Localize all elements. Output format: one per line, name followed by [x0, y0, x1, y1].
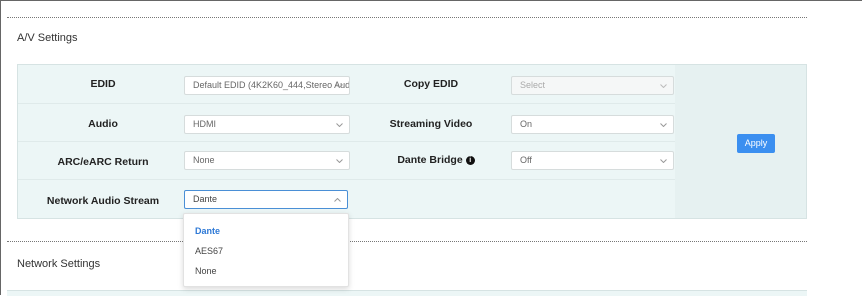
dante-bridge-select[interactable]: Off [511, 151, 674, 170]
network-audio-stream-select[interactable]: Dante [184, 190, 348, 209]
dropdown-option-aes67[interactable]: AES67 [195, 246, 223, 256]
network-audio-stream-value: Dante [193, 194, 218, 204]
section-divider [7, 17, 807, 18]
network-settings-panel [7, 290, 807, 296]
row-divider [18, 103, 675, 104]
chevron-down-icon [658, 116, 668, 133]
audio-select-value: HDMI [193, 119, 216, 129]
arc-select[interactable]: None [184, 151, 350, 170]
copy-edid-select[interactable]: Select [511, 76, 674, 95]
network-settings-title: Network Settings [17, 258, 101, 270]
row-divider [18, 141, 675, 142]
chevron-down-icon [334, 152, 344, 169]
edid-select[interactable]: Default EDID (4K2K60_444,Stereo Audio [184, 76, 350, 95]
chevron-down-icon [658, 152, 668, 169]
dropdown-option-none[interactable]: None [195, 266, 217, 276]
window-top-border [0, 0, 862, 1]
dante-bridge-value: Off [520, 155, 532, 165]
streaming-video-select[interactable]: On [511, 115, 674, 134]
arc-select-value: None [193, 155, 215, 165]
dante-bridge-label-text: Dante Bridge [397, 154, 463, 166]
chevron-down-icon [334, 77, 344, 94]
streaming-video-value: On [520, 119, 533, 129]
edid-select-value: Default EDID (4K2K60_444,Stereo Audio [193, 80, 350, 90]
streaming-video-label: Streaming Video [389, 118, 473, 130]
av-settings-page: A/V Settings EDID Default EDID (4K2K60_4… [0, 0, 862, 296]
chevron-down-icon [334, 116, 344, 133]
copy-edid-placeholder: Select [520, 80, 546, 90]
audio-label: Audio [88, 118, 118, 130]
copy-edid-label: Copy EDID [403, 78, 459, 90]
dante-bridge-label: Dante Bridge i [356, 154, 516, 166]
dropdown-option-dante[interactable]: Dante [195, 226, 220, 236]
edid-label: EDID [90, 78, 116, 90]
network-audio-stream-dropdown: Dante AES67 None [183, 213, 349, 287]
av-settings-title: A/V Settings [17, 32, 78, 44]
info-icon[interactable]: i [465, 156, 475, 165]
section-divider [7, 241, 807, 242]
audio-select[interactable]: HDMI [184, 115, 350, 134]
apply-button[interactable]: Apply [737, 134, 775, 153]
network-audio-stream-label: Network Audio Stream [46, 195, 160, 207]
window-left-border [0, 0, 1, 295]
av-settings-panel: EDID Default EDID (4K2K60_444,Stereo Aud… [17, 64, 807, 219]
row-divider [18, 179, 675, 180]
apply-column: Apply [675, 65, 806, 218]
chevron-up-icon [332, 191, 342, 208]
arc-label: ARC/eARC Return [57, 156, 149, 168]
chevron-down-icon [658, 77, 668, 94]
